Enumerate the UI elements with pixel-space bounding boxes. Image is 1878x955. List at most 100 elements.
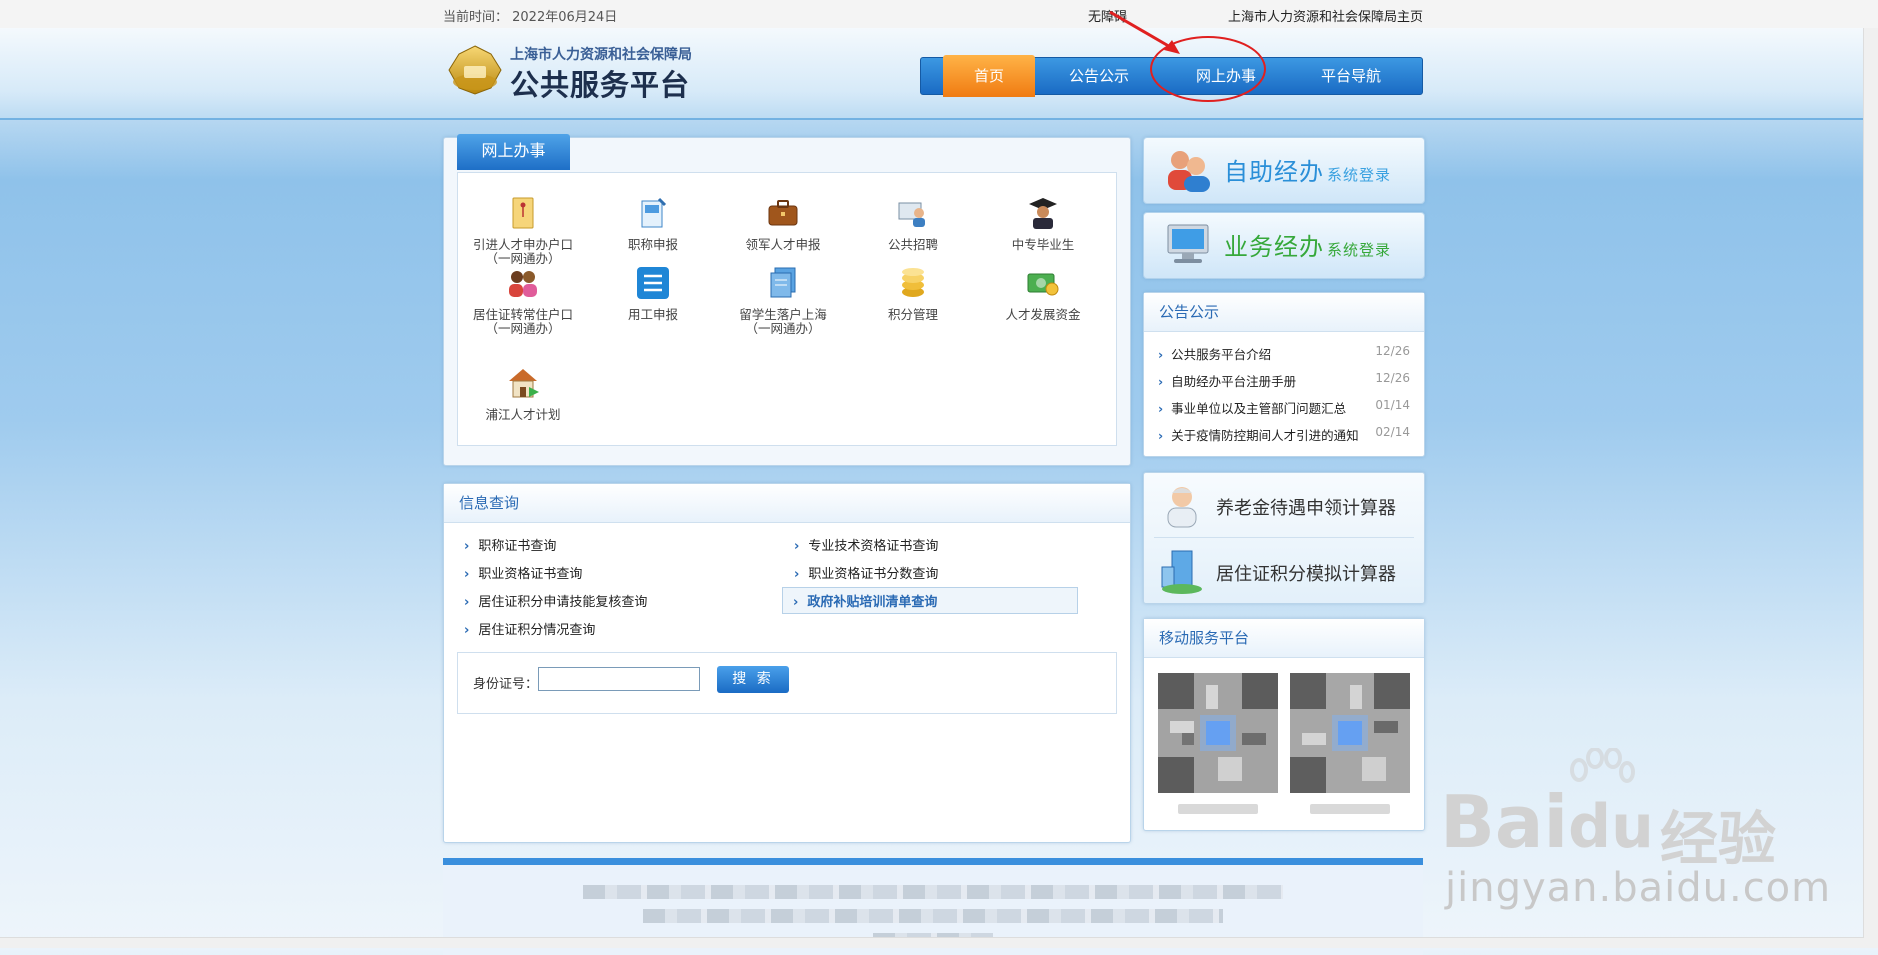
- logo-emblem-icon: [448, 45, 502, 95]
- vertical-scrollbar[interactable]: [1863, 28, 1878, 948]
- login-big-label: 自助经办: [1224, 158, 1324, 186]
- document-pen-icon: [641, 197, 667, 228]
- building-icon: [1161, 550, 1202, 594]
- business-login-banner[interactable]: 业务经办 系统登录: [1143, 212, 1425, 279]
- users-icon: [1168, 151, 1210, 192]
- qr-code-icon: [1158, 673, 1278, 793]
- self-service-login-banner[interactable]: 自助经办 系统登录: [1143, 137, 1425, 204]
- service-points-management[interactable]: 积分管理: [848, 265, 978, 322]
- notice-panel: 公告公示 公共服务平台介绍 12/26 自助经办平台注册手册 12/26 事业单位以…: [1143, 292, 1425, 457]
- service-public-recruit[interactable]: 公共招聘: [848, 195, 978, 252]
- watermark-url: jingyan.baidu.com: [1445, 865, 1832, 911]
- paw-icon: [1570, 748, 1635, 783]
- pension-calculator-label: 养老金待遇申领计算器: [1216, 498, 1396, 519]
- qr-code-icon: [1290, 673, 1410, 793]
- login-small-label: 系统登录: [1327, 166, 1392, 184]
- annotation-arrow-icon: [1109, 10, 1180, 54]
- id-search-box: 身份证号： 搜 索: [457, 652, 1117, 714]
- query-link-points-skill-review[interactable]: 居住证积分申请技能复核查询: [464, 591, 647, 610]
- search-button[interactable]: 搜 索: [717, 666, 789, 693]
- service-talent-fund[interactable]: 人才发展资金: [978, 265, 1108, 322]
- footer-blurred-line: [583, 885, 1283, 899]
- service-employment-report[interactable]: 用工申报: [588, 265, 718, 322]
- notice-item[interactable]: 事业单位以及主管部门问题汇总 01/14: [1158, 398, 1410, 417]
- service-label: 居住证转常住户口: [472, 307, 573, 322]
- footer-blurred-line: [643, 909, 1223, 923]
- service-leading-talent[interactable]: 领军人才申报: [718, 195, 848, 252]
- service-title-application[interactable]: 职称申报: [588, 195, 718, 252]
- current-date: 当前时间： 2022年06月24日: [443, 10, 618, 25]
- online-services-tab[interactable]: 网上办事: [457, 134, 570, 170]
- login-big-label: 业务经办: [1224, 233, 1324, 261]
- notice-item[interactable]: 自助经办平台注册手册 12/26: [1158, 371, 1410, 390]
- notice-item[interactable]: 公共服务平台介绍 12/26: [1158, 344, 1410, 363]
- mobile-service-panel: 移动服务平台: [1143, 618, 1425, 831]
- query-link-points-status[interactable]: 居住证积分情况查询: [464, 619, 595, 638]
- online-services-panel: 网上办事 引进人才申办户口 （一网通办） 职称申报 领军人才申报 公共招聘 中专…: [443, 134, 1131, 466]
- service-talent-hukou[interactable]: 引进人才申办户口 （一网通办）: [458, 195, 588, 266]
- qr-pixel-icon: [1290, 673, 1410, 793]
- id-number-input[interactable]: [538, 667, 700, 691]
- nav-platform-guide[interactable]: 平台导航: [1296, 58, 1406, 94]
- main-site-link[interactable]: 上海市人力资源和社会保障局主页: [1228, 6, 1423, 25]
- service-sublabel: （一网通办）: [485, 321, 561, 336]
- logo-title[interactable]: 公共服务平台: [510, 62, 690, 104]
- qr-caption-blurred: [1178, 804, 1258, 814]
- graduate-icon: [1029, 198, 1057, 229]
- points-calculator-link[interactable]: 居住证积分模拟计算器: [1144, 541, 1424, 601]
- service-label: 公共招聘: [887, 237, 938, 252]
- query-link-cert-score[interactable]: 职业资格证书分数查询: [794, 563, 938, 582]
- info-query-panel: 信息查询 职称证书查询 职业资格证书查询 居住证积分申请技能复核查询 居住证积分…: [443, 483, 1131, 843]
- nav-home[interactable]: 首页: [943, 55, 1035, 97]
- briefcase-icon: [768, 200, 798, 226]
- info-query-title: 信息查询: [444, 484, 1130, 523]
- qr-caption-blurred: [1310, 804, 1390, 814]
- divider: [1154, 537, 1414, 538]
- top-info-bar: 当前时间： 2022年06月24日 无障碍 上海市人力资源和社会保障局主页: [0, 0, 1878, 29]
- pension-calculator-link[interactable]: 养老金待遇申领计算器: [1144, 475, 1424, 535]
- service-sublabel: （一网通办）: [745, 321, 821, 336]
- elderly-person-icon: [1167, 487, 1197, 528]
- service-label: 中专毕业生: [1011, 237, 1075, 252]
- notice-item-title: 自助经办平台注册手册: [1158, 374, 1296, 389]
- service-overseas-student[interactable]: 留学生落户上海 （一网通办）: [718, 265, 848, 336]
- nav-notices[interactable]: 公告公示: [1049, 58, 1149, 94]
- jingyan-watermark: 经验: [1660, 805, 1777, 873]
- horizontal-scrollbar[interactable]: [0, 937, 1864, 948]
- service-label: 浦江人才计划: [485, 407, 561, 422]
- service-label: 人才发展资金: [1005, 307, 1081, 322]
- query-link-subsidized-training[interactable]: 政府补贴培训清单查询: [782, 587, 1079, 614]
- notice-item-date: 12/26: [1375, 371, 1410, 385]
- login-small-label: 系统登录: [1327, 241, 1392, 259]
- query-link-title-cert[interactable]: 职称证书查询: [464, 535, 556, 554]
- query-link-qualification-cert[interactable]: 职业资格证书查询: [464, 563, 582, 582]
- notice-item-date: 02/14: [1375, 425, 1410, 439]
- notice-title[interactable]: 公告公示: [1144, 293, 1424, 332]
- people-icon: [509, 271, 537, 297]
- money-icon: [1027, 273, 1059, 296]
- documents-icon: [770, 267, 796, 298]
- service-label: 用工申报: [627, 307, 678, 322]
- qr-pixel-icon: [1158, 673, 1278, 793]
- points-calculator-label: 居住证积分模拟计算器: [1216, 564, 1396, 585]
- service-pujiang-talent[interactable]: 浦江人才计划: [458, 365, 588, 422]
- notice-item[interactable]: 关于疫情防控期间人才引进的通知 02/14: [1158, 425, 1410, 444]
- service-vocational-graduate[interactable]: 中专毕业生: [978, 195, 1108, 252]
- service-label: 职称申报: [627, 237, 678, 252]
- calculator-panel: 养老金待遇申领计算器 居住证积分模拟计算器: [1143, 472, 1425, 604]
- coins-icon: [902, 268, 924, 297]
- id-number-label: 身份证号：: [473, 677, 539, 692]
- folder-icon: [512, 197, 534, 229]
- service-residence-hukou[interactable]: 居住证转常住户口 （一网通办）: [458, 265, 588, 336]
- computer-icon: [1167, 224, 1209, 263]
- logo-org-name: 上海市人力资源和社会保障局: [510, 47, 692, 63]
- business-login-text: 业务经办 系统登录: [1224, 227, 1391, 262]
- service-label: 留学生落户上海: [739, 307, 827, 322]
- service-label: 积分管理: [887, 307, 938, 322]
- house-icon: [509, 369, 539, 398]
- query-link-professional-cert[interactable]: 专业技术资格证书查询: [794, 535, 938, 554]
- watermark-text: Bai: [1440, 780, 1569, 864]
- notice-item-date: 12/26: [1375, 344, 1410, 358]
- notice-item-title: 关于疫情防控期间人才引进的通知: [1158, 428, 1359, 443]
- notice-item-date: 01/14: [1375, 398, 1410, 412]
